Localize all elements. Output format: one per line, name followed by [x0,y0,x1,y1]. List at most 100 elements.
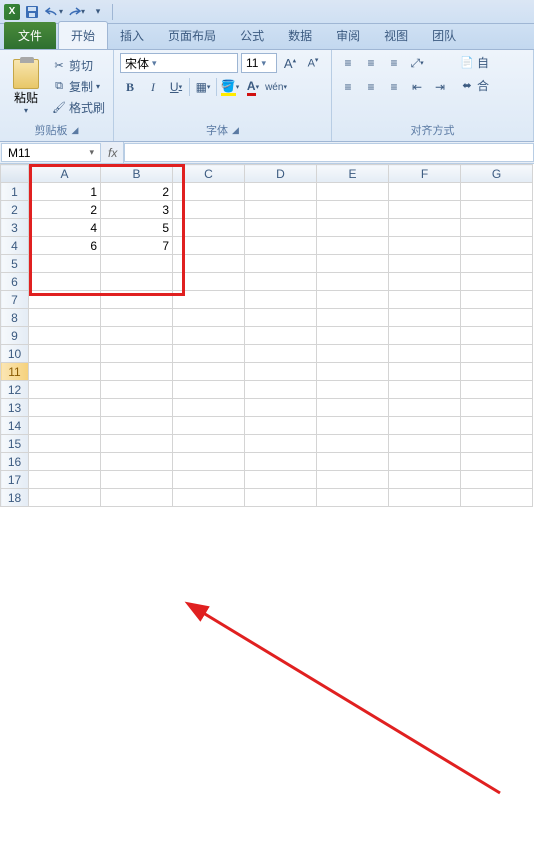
cell-D16[interactable] [245,453,317,471]
increase-font-button[interactable]: A▴ [280,53,300,73]
cell-E8[interactable] [317,309,389,327]
cell-C15[interactable] [173,435,245,453]
tab-file[interactable]: 文件 [4,22,56,49]
row-header-6[interactable]: 6 [1,273,29,291]
cell-A15[interactable] [29,435,101,453]
cell-D8[interactable] [245,309,317,327]
cell-G2[interactable] [461,201,533,219]
cell-D9[interactable] [245,327,317,345]
row-header-14[interactable]: 14 [1,417,29,435]
cell-F1[interactable] [389,183,461,201]
cell-C11[interactable] [173,363,245,381]
cell-B10[interactable] [101,345,173,363]
cell-E11[interactable] [317,363,389,381]
cell-A14[interactable] [29,417,101,435]
cell-B14[interactable] [101,417,173,435]
font-size-combo[interactable]: 11 ▾ [241,53,277,73]
cell-G11[interactable] [461,363,533,381]
qat-save-button[interactable] [22,2,42,22]
cell-E4[interactable] [317,237,389,255]
cell-D15[interactable] [245,435,317,453]
cell-A18[interactable] [29,489,101,507]
name-box[interactable]: M11 ▾ [1,143,101,162]
cell-D13[interactable] [245,399,317,417]
cell-G5[interactable] [461,255,533,273]
cell-C5[interactable] [173,255,245,273]
cell-C13[interactable] [173,399,245,417]
cell-F2[interactable] [389,201,461,219]
cell-B1[interactable]: 2 [101,183,173,201]
cell-A11[interactable] [29,363,101,381]
cell-E3[interactable] [317,219,389,237]
cell-D1[interactable] [245,183,317,201]
cell-B18[interactable] [101,489,173,507]
cell-E5[interactable] [317,255,389,273]
fx-icon[interactable]: fx [108,146,117,160]
cell-A5[interactable] [29,255,101,273]
cell-F6[interactable] [389,273,461,291]
cell-C14[interactable] [173,417,245,435]
fill-color-button[interactable]: 🪣▾ [220,77,240,97]
cell-D12[interactable] [245,381,317,399]
cell-E18[interactable] [317,489,389,507]
cell-C2[interactable] [173,201,245,219]
cell-C6[interactable] [173,273,245,291]
cell-A12[interactable] [29,381,101,399]
font-family-combo[interactable]: 宋体 ▾ [120,53,238,73]
cell-B15[interactable] [101,435,173,453]
row-header-16[interactable]: 16 [1,453,29,471]
cell-F9[interactable] [389,327,461,345]
cell-D5[interactable] [245,255,317,273]
row-header-13[interactable]: 13 [1,399,29,417]
clipboard-launcher[interactable]: ◢ [72,125,79,136]
cell-B7[interactable] [101,291,173,309]
cell-E14[interactable] [317,417,389,435]
cell-B6[interactable] [101,273,173,291]
cell-E12[interactable] [317,381,389,399]
cell-F14[interactable] [389,417,461,435]
cell-C7[interactable] [173,291,245,309]
cell-D2[interactable] [245,201,317,219]
tab-team[interactable]: 团队 [420,22,468,49]
chevron-down-icon[interactable]: ▾ [89,147,94,158]
align-top-button[interactable]: ≡ [338,53,358,73]
underline-button[interactable]: U▾ [166,77,186,97]
cell-G13[interactable] [461,399,533,417]
cell-B5[interactable] [101,255,173,273]
cell-B3[interactable]: 5 [101,219,173,237]
column-header-G[interactable]: G [461,165,533,183]
merge-center-button[interactable]: ⬌ 合 [458,76,491,95]
row-header-3[interactable]: 3 [1,219,29,237]
cell-F5[interactable] [389,255,461,273]
cell-E7[interactable] [317,291,389,309]
cell-D17[interactable] [245,471,317,489]
tab-formulas[interactable]: 公式 [228,22,276,49]
cell-G12[interactable] [461,381,533,399]
tab-review[interactable]: 审阅 [324,22,372,49]
cell-G14[interactable] [461,417,533,435]
tab-view[interactable]: 视图 [372,22,420,49]
cell-C3[interactable] [173,219,245,237]
row-header-7[interactable]: 7 [1,291,29,309]
cell-A9[interactable] [29,327,101,345]
qat-undo-button[interactable]: ▾ [44,2,64,22]
cell-F13[interactable] [389,399,461,417]
cut-button[interactable]: ✂ 剪切 [50,56,107,75]
cell-B11[interactable] [101,363,173,381]
align-bottom-button[interactable]: ≡ [384,53,404,73]
tab-page-layout[interactable]: 页面布局 [156,22,228,49]
cell-F4[interactable] [389,237,461,255]
cell-D3[interactable] [245,219,317,237]
cell-C17[interactable] [173,471,245,489]
font-launcher[interactable]: ◢ [232,125,239,136]
column-header-E[interactable]: E [317,165,389,183]
row-header-2[interactable]: 2 [1,201,29,219]
cell-F8[interactable] [389,309,461,327]
column-header-C[interactable]: C [173,165,245,183]
cell-E2[interactable] [317,201,389,219]
cell-G10[interactable] [461,345,533,363]
cell-F10[interactable] [389,345,461,363]
cell-F16[interactable] [389,453,461,471]
format-painter-button[interactable]: 🖌 格式刷 [50,98,107,117]
align-middle-button[interactable]: ≡ [361,53,381,73]
